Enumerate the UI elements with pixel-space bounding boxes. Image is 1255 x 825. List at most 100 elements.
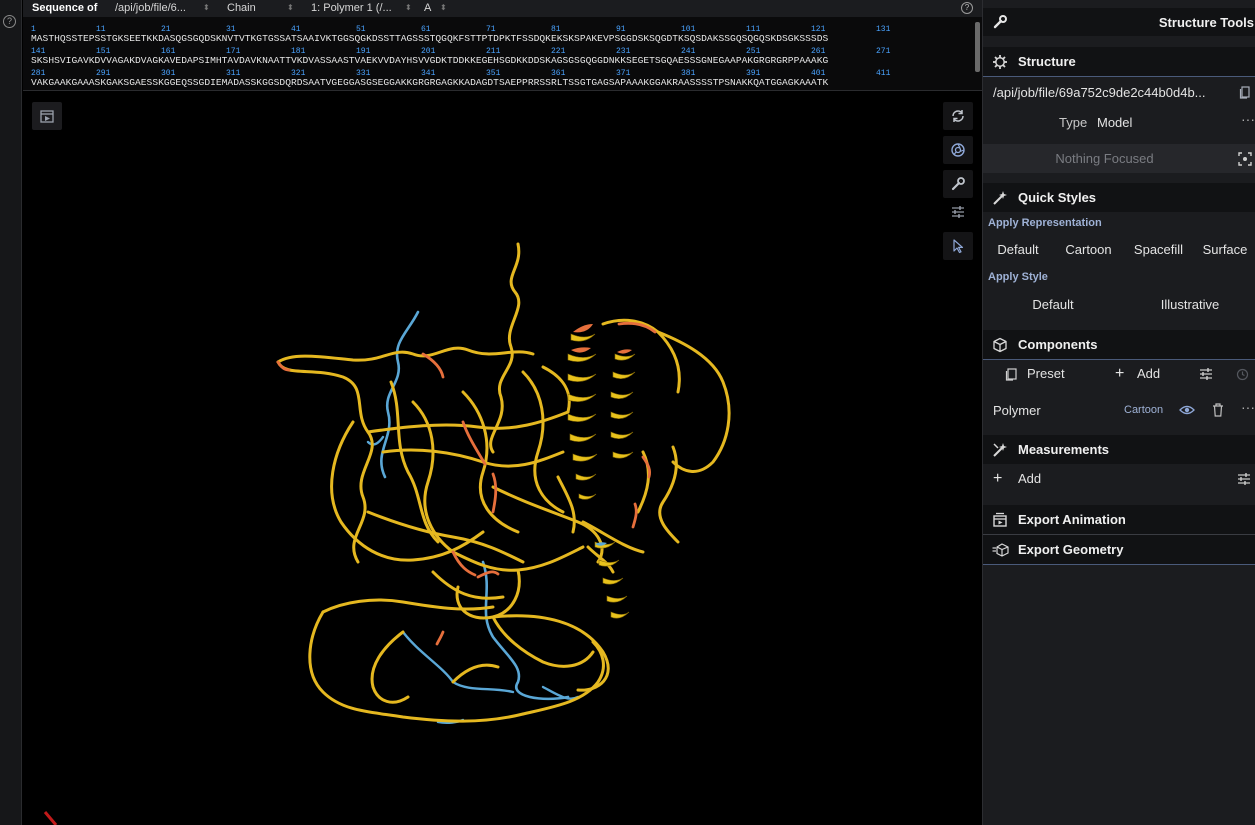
divider [983, 564, 1255, 565]
coil-segment [601, 318, 681, 394]
coil-segment [541, 685, 580, 700]
coil-segment [489, 242, 521, 454]
add-measurement-label: Add [1018, 471, 1042, 486]
coil-segment [521, 370, 565, 514]
sequence-row: 281 291 301 311 321 331 341 351 361 371 381 391 401 4… [31, 67, 966, 89]
panel-title: Structure Tools [1158, 15, 1254, 30]
help-icon[interactable]: ? [3, 15, 16, 28]
export-animation-title: Export Animation [1018, 512, 1126, 527]
screenshot-icon [40, 110, 54, 123]
sequence-residues[interactable]: VAKGAAKGAAASKGAKSGAESSKGGEQSSGDIEMADASSK… [31, 77, 828, 88]
chain-select-chevron-icon: ⬍ [440, 3, 447, 12]
alpha-helix [594, 541, 630, 619]
plus-icon: + [993, 470, 1003, 487]
representation-default-button[interactable]: Default [983, 236, 1053, 264]
polymer-component-row[interactable]: Polymer Cartoon ··· [983, 396, 1255, 424]
structure-path[interactable]: /api/job/file/69a752c9de2c44b0d4b... [993, 85, 1206, 100]
focus-row[interactable]: Nothing Focused [983, 144, 1255, 173]
measure-icon [993, 443, 1007, 457]
eye-icon[interactable] [1179, 403, 1195, 417]
sequence-help-icon[interactable]: ? [961, 2, 973, 14]
components-section-header[interactable]: Components [983, 330, 1255, 359]
preset-button[interactable]: Preset [983, 360, 1103, 388]
sequence-body[interactable]: 1 11 21 31 41 51 61 71 81 91 101 111 121 131 MASTHQSST… [31, 23, 966, 89]
sequence-scrollbar[interactable] [975, 22, 980, 72]
undo-component-button[interactable] [1228, 360, 1255, 388]
controls-button[interactable] [943, 198, 973, 226]
history-icon [1236, 368, 1249, 381]
copy-icon[interactable] [1238, 85, 1252, 99]
polymer-select-chevron-icon: ⬍ [405, 3, 412, 12]
components-title: Components [1018, 337, 1098, 352]
component-options-button[interactable] [1185, 360, 1227, 388]
representation-spacefill-button[interactable]: Spacefill [1124, 236, 1193, 264]
polymer-representation[interactable]: Cartoon [1124, 404, 1163, 416]
protein-structure-render[interactable] [23, 92, 982, 825]
reset-camera-button[interactable] [943, 102, 973, 130]
coil-segment [656, 330, 731, 473]
structure-type-row[interactable]: Type Model ··· [983, 109, 1255, 136]
export-geometry-section-header[interactable]: Export Geometry [983, 535, 1255, 564]
apply-representation-label: Apply Representation [988, 217, 1102, 229]
panel-header: Structure Tools [983, 8, 1255, 36]
coil-segment [556, 475, 576, 534]
export-cube-icon [992, 543, 1009, 557]
style-default-button[interactable]: Default [983, 291, 1123, 319]
mode-select-chevron-icon: ⬍ [287, 3, 294, 12]
settings-button[interactable] [943, 170, 973, 198]
sequence-residues[interactable]: SKSHSVIGAVKDVVAGAKDVAGKAVEDAPSIMHTAVDAVK… [31, 55, 828, 66]
residue-number: 131 [876, 25, 891, 34]
film-icon [993, 512, 1007, 527]
coil-segment [631, 502, 638, 529]
toggle-controls-button[interactable] [32, 102, 62, 130]
structure-select[interactable]: /api/job/file/6... [115, 2, 186, 14]
left-gutter: ? [0, 0, 22, 825]
export-animation-section-header[interactable]: Export Animation [983, 505, 1255, 534]
structure-path-row[interactable]: /api/job/file/69a752c9de2c44b0d4b... [983, 77, 1255, 107]
add-component-button[interactable]: + Add [1104, 360, 1184, 388]
quick-styles-title: Quick Styles [1018, 190, 1097, 205]
measurement-options-button[interactable] [1228, 465, 1255, 493]
coil-segment [617, 321, 657, 334]
style-illustrative-button[interactable]: Illustrative [1124, 291, 1255, 319]
residue-number: 271 [876, 47, 891, 56]
structure-select-chevron-icon: ⬍ [203, 3, 210, 12]
coil-segment [435, 630, 445, 646]
coil-segment [321, 598, 495, 614]
trash-icon[interactable] [1212, 403, 1224, 417]
measurements-title: Measurements [1018, 442, 1110, 457]
alpha-helix [567, 333, 598, 500]
type-label: Type [1059, 115, 1088, 130]
representation-cartoon-button[interactable]: Cartoon [1054, 236, 1123, 264]
coil-segment [461, 390, 520, 534]
preset-label: Preset [1027, 366, 1065, 381]
quick-styles-section-header[interactable]: Quick Styles [983, 183, 1255, 212]
plus-icon: + [1115, 365, 1125, 382]
coil-segment [421, 352, 445, 379]
camera-icon [951, 143, 965, 157]
chain-select[interactable]: A [424, 2, 431, 14]
selection-mode-button[interactable] [943, 232, 973, 260]
polymer-select[interactable]: 1: Polymer 1 (/... [311, 2, 392, 14]
type-value[interactable]: Model [1097, 115, 1132, 130]
more-options-icon[interactable]: ··· [1241, 111, 1255, 127]
3d-viewport[interactable] [23, 92, 982, 825]
mode-select[interactable]: Chain [227, 2, 256, 14]
coil-segment [451, 663, 500, 684]
gear-icon [993, 55, 1007, 69]
representation-surface-button[interactable]: Surface [1194, 236, 1255, 264]
coil-segment [276, 346, 535, 364]
more-options-icon[interactable]: ··· [1241, 399, 1255, 415]
cursor-icon [953, 239, 964, 254]
sequence-residues[interactable]: MASTHQSSTEPSSTGKSEETKKDASQGSGQDSKNVTVTKG… [31, 33, 828, 44]
wrench-icon [951, 177, 965, 191]
coil-segment [276, 360, 374, 564]
polymer-label[interactable]: Polymer [993, 403, 1041, 418]
screenshot-button[interactable] [943, 136, 973, 164]
structure-title: Structure [1018, 54, 1076, 69]
alpha-helix [610, 353, 636, 459]
focus-target-icon[interactable] [1238, 152, 1252, 166]
measurements-section-header[interactable]: Measurements [983, 435, 1255, 464]
add-measurement-button[interactable]: + Add [983, 465, 1227, 493]
structure-section-header[interactable]: Structure [983, 47, 1255, 76]
